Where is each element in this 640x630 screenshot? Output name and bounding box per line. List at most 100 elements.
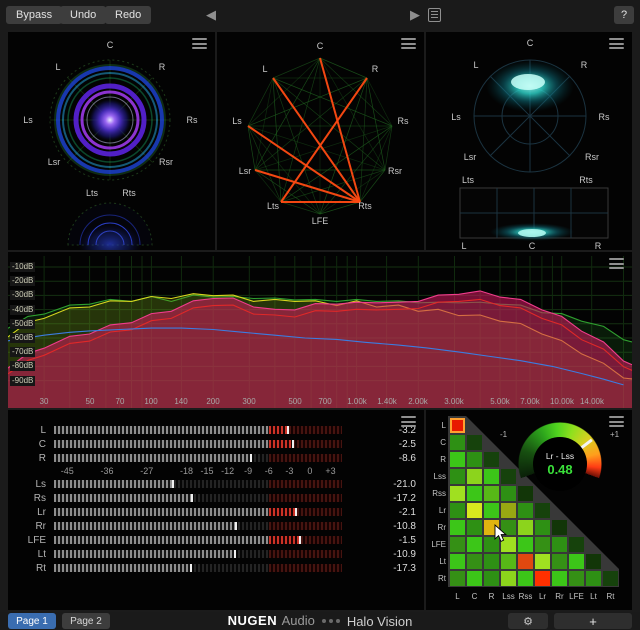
matrix-cell-Lr-Lss[interactable] (501, 503, 516, 518)
matrix-cell-Lt-Lss[interactable] (501, 554, 516, 569)
preset-list-icon[interactable] (428, 8, 441, 22)
matrix-cell-Lt-LFE[interactable] (569, 554, 584, 569)
meter-value: -1.5 (342, 535, 424, 546)
matrix-cell-R-R[interactable] (484, 452, 499, 467)
meter-scale-label: +3 (325, 466, 335, 476)
matrix-cell-Rt-Lr[interactable] (535, 571, 550, 586)
matrix-cell-LFE-Rss[interactable] (518, 537, 533, 552)
logo-dots-icon (322, 619, 340, 623)
matrix-col-label: Lr (535, 592, 550, 601)
panel-menu-icon[interactable] (192, 38, 207, 49)
matrix-cell-Lr-R[interactable] (484, 503, 499, 518)
db-axis-label: -20dB (10, 276, 35, 286)
matrix-cell-Rt-Lt[interactable] (586, 571, 601, 586)
matrix-col-label: Rss (518, 592, 533, 601)
matrix-cell-Lr-C[interactable] (467, 503, 482, 518)
correlation-gauge: Lr - Lss 0.48 (518, 422, 602, 506)
matrix-cell-R-C[interactable] (467, 452, 482, 467)
channel-label: LFE (312, 216, 329, 226)
matrix-cell-Lt-Lr[interactable] (535, 554, 550, 569)
matrix-col-label: Lt (586, 592, 601, 601)
matrix-col-label: Rr (552, 592, 567, 601)
preset-next-icon[interactable]: ▶ (410, 7, 420, 23)
freq-axis-label: 500 (288, 397, 301, 406)
matrix-row-label: Rss (426, 489, 446, 498)
matrix-cell-Rt-C[interactable] (467, 571, 482, 586)
matrix-row-label: Lt (426, 557, 446, 566)
matrix-cell-Lt-C[interactable] (467, 554, 482, 569)
correlation-web-visualization: CLRLsRsLsrRsrLtsRtsLFE (217, 32, 424, 250)
matrix-cell-Rr-Rss[interactable] (518, 520, 533, 535)
matrix-cell-Lt-R[interactable] (484, 554, 499, 569)
channel-label: Rsr (388, 166, 402, 176)
gauge-readout: Lr - Lss 0.48 (533, 437, 587, 491)
brand-name: NUGEN (228, 613, 277, 628)
matrix-cell-LFE-Lr[interactable] (535, 537, 550, 552)
meter-peak-marker (292, 440, 294, 448)
matrix-cell-Lt-Rss[interactable] (518, 554, 533, 569)
matrix-cell-Rt-R[interactable] (484, 571, 499, 586)
matrix-cell-L-L[interactable] (450, 418, 465, 433)
channel-label: Ls (451, 112, 461, 122)
matrix-cell-LFE-L[interactable] (450, 537, 465, 552)
matrix-cell-LFE-C[interactable] (467, 537, 482, 552)
channel-label: R (372, 64, 379, 74)
matrix-cell-Lss-R[interactable] (484, 469, 499, 484)
matrix-cell-Rr-L[interactable] (450, 520, 465, 535)
meter-fill (54, 508, 269, 516)
matrix-cell-Rr-C[interactable] (467, 520, 482, 535)
preset-prev-icon[interactable]: ◀ (206, 7, 216, 23)
channel-label: C (529, 241, 536, 250)
bypass-button[interactable]: Bypass (6, 6, 62, 24)
web-mesh-line (367, 78, 392, 126)
matrix-cell-Lt-L[interactable] (450, 554, 465, 569)
matrix-cell-Rt-L[interactable] (450, 571, 465, 586)
web-alert-line (320, 58, 360, 202)
channel-label: C (317, 41, 324, 51)
matrix-cell-Rr-Lr[interactable] (535, 520, 550, 535)
matrix-cell-Rss-L[interactable] (450, 486, 465, 501)
matrix-cell-Rt-LFE[interactable] (569, 571, 584, 586)
channel-label: L (473, 60, 478, 70)
matrix-cell-Rt-Lss[interactable] (501, 571, 516, 586)
meter-scale-label: -12 (221, 466, 234, 476)
settings-button[interactable]: ⚙ (508, 613, 548, 629)
add-panel-button[interactable]: + (554, 613, 632, 629)
panel-menu-icon[interactable] (609, 258, 624, 269)
help-button[interactable]: ? (614, 6, 634, 24)
panel-menu-icon[interactable] (401, 38, 416, 49)
matrix-cell-Lt-Rr[interactable] (552, 554, 567, 569)
meter-fill (54, 550, 235, 558)
matrix-cell-C-C[interactable] (467, 435, 482, 450)
channel-label: Lts (267, 201, 280, 211)
matrix-cell-Rr-Rr[interactable] (552, 520, 567, 535)
matrix-cell-Lss-C[interactable] (467, 469, 482, 484)
redo-button[interactable]: Redo (105, 6, 151, 24)
panel-menu-icon[interactable] (401, 416, 416, 427)
matrix-cell-R-L[interactable] (450, 452, 465, 467)
meter-row-C: C-2.5 (8, 437, 424, 451)
undo-button[interactable]: Undo (60, 6, 106, 24)
meter-peak-marker (235, 522, 237, 530)
matrix-cell-Lr-L[interactable] (450, 503, 465, 518)
channel-label: Lts (462, 175, 475, 185)
matrix-cell-Lss-L[interactable] (450, 469, 465, 484)
channel-label: L (461, 241, 466, 250)
matrix-cell-Lt-Lt[interactable] (586, 554, 601, 569)
meter-channel-label: LFE (16, 535, 46, 546)
matrix-cell-Rss-R[interactable] (484, 486, 499, 501)
panel-menu-icon[interactable] (609, 38, 624, 49)
matrix-cell-Lss-Lss[interactable] (501, 469, 516, 484)
matrix-cell-LFE-LFE[interactable] (569, 537, 584, 552)
matrix-cell-Rt-Rr[interactable] (552, 571, 567, 586)
matrix-cell-Rss-C[interactable] (467, 486, 482, 501)
matrix-cell-Rt-Rss[interactable] (518, 571, 533, 586)
panel-menu-icon[interactable] (609, 416, 624, 427)
matrix-cell-LFE-Rr[interactable] (552, 537, 567, 552)
matrix-cell-C-L[interactable] (450, 435, 465, 450)
level-meter (54, 536, 342, 544)
matrix-cell-Rss-Lss[interactable] (501, 486, 516, 501)
spectrum-panel: -10dB-20dB-30dB-40dB-50dB-60dB-70dB-80dB… (8, 252, 632, 408)
meter-red-zone (269, 564, 342, 572)
matrix-cell-Rt-Rt[interactable] (603, 571, 618, 586)
